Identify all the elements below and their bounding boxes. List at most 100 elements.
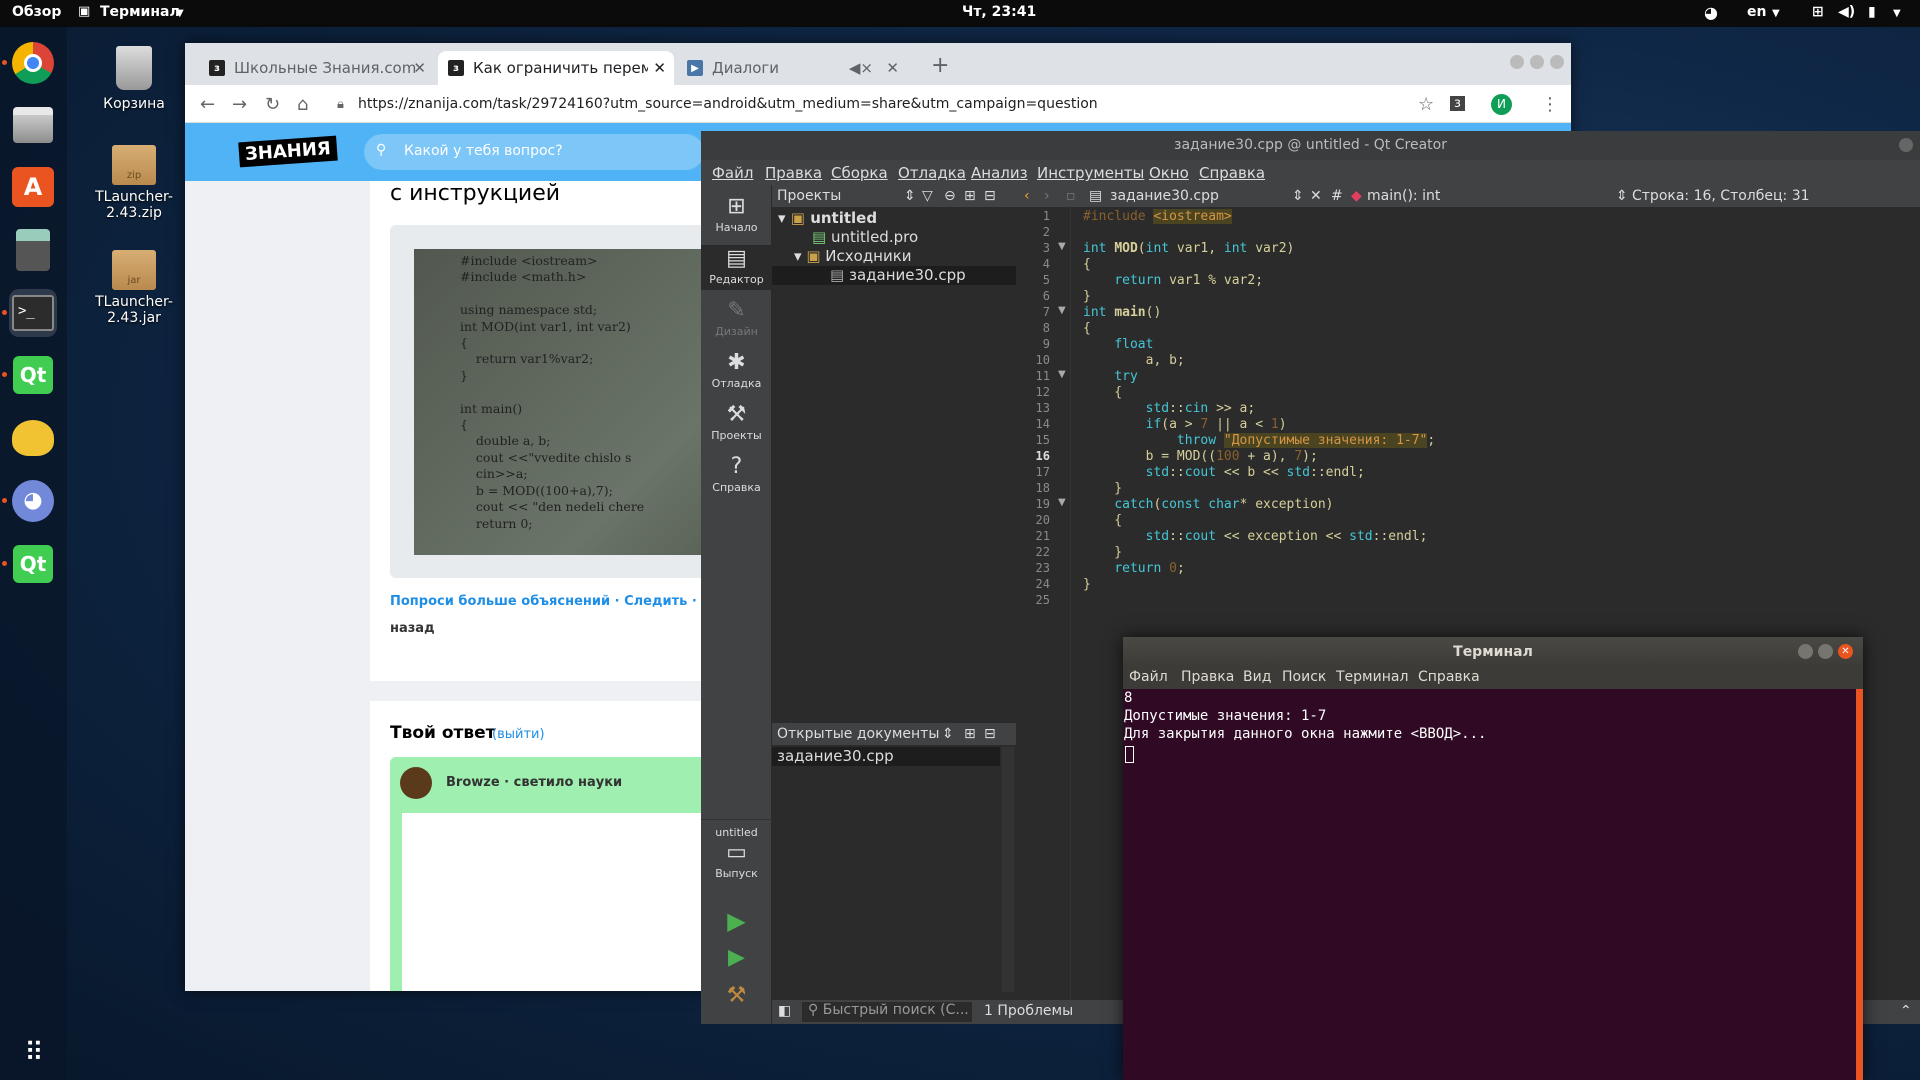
teapot-launcher[interactable] [9, 414, 57, 462]
menu-edit[interactable]: Правка [1181, 669, 1234, 685]
code-area[interactable]: #include <iostream> int MOD(int var1, in… [1083, 207, 1435, 592]
close-icon[interactable]: ✕ [653, 59, 666, 77]
close-icon[interactable]: ✕ [413, 59, 426, 77]
tree-pro-file[interactable]: ▤ untitled.pro [812, 228, 918, 246]
trash-desktop-icon[interactable]: Корзина [84, 46, 184, 112]
menu-file[interactable]: Файл [1129, 669, 1168, 685]
symbol-selector[interactable]: main(): int [1367, 185, 1440, 207]
tab-znanija-home[interactable]: з Школьные Знания.com ✕ [199, 51, 434, 85]
link-icon[interactable]: ⊖ [944, 185, 956, 207]
split-icon[interactable]: ⊞ [964, 185, 976, 207]
show-apps-button[interactable]: ⠿ [9, 1029, 57, 1077]
sort-icon[interactable]: ⇕ [904, 185, 916, 207]
locator-input[interactable]: ⚲ Быстрый поиск (С... [802, 1002, 972, 1022]
discord-tray-icon[interactable]: ◕ [1704, 3, 1718, 22]
qt-creator-launcher[interactable]: Qt [2, 351, 57, 399]
mode-help[interactable]: ? Справка [701, 453, 772, 494]
volume-icon[interactable]: ◀) [1838, 4, 1855, 20]
menu-edit[interactable]: Правка [765, 164, 822, 182]
fold-marker-icon[interactable]: ▼ [1058, 305, 1066, 316]
software-launcher[interactable]: A [9, 163, 57, 211]
site-logo[interactable]: ЗНАНИЯ [238, 135, 338, 168]
tree-sources[interactable]: ▾ ▣ Исходники [794, 247, 912, 265]
mute-icon[interactable]: ◀× [849, 59, 873, 77]
menu-file[interactable]: Файл [712, 164, 753, 182]
scrollbar[interactable] [1002, 747, 1014, 992]
menu-window[interactable]: Окно [1149, 164, 1189, 182]
close-button[interactable]: ✕ [1838, 644, 1853, 659]
extension-icon[interactable]: з [1450, 96, 1465, 111]
fold-marker-icon[interactable]: ▼ [1058, 497, 1066, 508]
fold-marker-icon[interactable]: ▼ [1058, 241, 1066, 252]
menu-build[interactable]: Сборка [831, 164, 888, 182]
jar-desktop-icon[interactable]: jar TLauncher-2.43.jar [84, 250, 184, 326]
mode-debug[interactable]: ✱ Отладка [701, 349, 772, 390]
logout-link[interactable]: (выйти) [492, 727, 545, 742]
mode-edit[interactable]: ▤ Редактор [701, 245, 772, 290]
build-button[interactable]: ⚒ [701, 983, 772, 1008]
clock[interactable]: Чт, 23:41 [962, 4, 1036, 20]
back-icon[interactable]: ‹ [1024, 185, 1030, 207]
run-button[interactable]: ▶ [701, 907, 772, 935]
mode-design[interactable]: ✎ Дизайн [701, 297, 772, 338]
home-icon[interactable]: ⌂ [297, 94, 308, 115]
chrome-launcher[interactable] [2, 39, 57, 87]
calculator-launcher[interactable] [9, 226, 57, 274]
question-actions[interactable]: Попроси больше объяснений · Следить · От… [390, 594, 747, 609]
qt-launcher-2[interactable]: Qt [2, 540, 57, 588]
split-icon[interactable]: ⊞ [964, 723, 976, 745]
terminal-output[interactable]: 8 Допустимые значения: 1-7 Для закрытия … [1123, 689, 1856, 1080]
menu-icon[interactable]: ⋮ [1541, 94, 1559, 115]
tree-project-root[interactable]: ▾ ▣ untitled [778, 209, 877, 227]
maximize-button[interactable] [1530, 55, 1544, 69]
reload-icon[interactable]: ↻ [265, 94, 280, 115]
forward-icon[interactable]: › [1044, 185, 1050, 207]
activities-button[interactable]: Обзор [12, 4, 61, 20]
sidebar-toggle-icon[interactable]: ◧ [778, 1003, 791, 1019]
app-menu[interactable]: Терминал [100, 4, 180, 20]
minimize-button[interactable] [1798, 644, 1813, 659]
terminal-launcher[interactable]: >_ [2, 289, 57, 337]
profile-avatar[interactable]: И [1491, 94, 1512, 115]
close-icon[interactable]: ✕ [886, 59, 899, 77]
address-bar[interactable]: https://znanija.com/task/29724160?utm_so… [358, 96, 1098, 112]
minimize-button[interactable] [1510, 55, 1524, 69]
debug-run-button[interactable]: ▶ [701, 945, 772, 970]
menu-help[interactable]: Справка [1199, 164, 1265, 182]
battery-icon[interactable]: ▮ [1868, 4, 1876, 20]
close-button[interactable] [1899, 138, 1913, 152]
mode-welcome[interactable]: ⊞ Начало [701, 193, 772, 234]
menu-analyze[interactable]: Анализ [971, 164, 1028, 182]
close-icon[interactable]: ✕ [1310, 185, 1322, 207]
close-button[interactable] [1550, 55, 1564, 69]
chevron-up-icon[interactable]: ⌃ [1900, 1003, 1912, 1019]
network-icon[interactable]: ⊞ [1812, 4, 1824, 20]
site-search[interactable]: ⚲ Какой у тебя вопрос? [364, 134, 704, 170]
forward-icon[interactable]: → [232, 94, 247, 115]
tab-question[interactable]: з Как ограничить перемен ✕ [438, 51, 674, 85]
issues-tab[interactable]: 1 Проблемы [984, 1003, 1073, 1019]
menu-view[interactable]: Вид [1243, 669, 1271, 685]
back-icon[interactable]: ← [200, 94, 215, 115]
scrollbar[interactable] [1856, 689, 1863, 1080]
sort-icon[interactable]: ⇕ [942, 723, 954, 745]
fold-marker-icon[interactable]: ▼ [1058, 369, 1066, 380]
keyboard-layout[interactable]: en [1747, 4, 1766, 20]
discord-launcher[interactable]: ◕ [2, 477, 57, 525]
menu-tools[interactable]: Инструменты [1037, 164, 1144, 182]
editor-file-name[interactable]: задание30.cpp [1110, 185, 1219, 207]
back-link[interactable]: назад [390, 621, 435, 636]
menu-debug[interactable]: Отладка [898, 164, 966, 182]
tab-dialogs[interactable]: ▶ Диалоги ◀× ✕ [677, 51, 907, 85]
menu-search[interactable]: Поиск [1282, 669, 1326, 685]
filter-icon[interactable]: ▽ [922, 185, 933, 207]
tree-source-file[interactable]: ▤ задание30.cpp [772, 266, 1016, 285]
maximize-button[interactable] [1818, 644, 1833, 659]
kit-selector[interactable]: untitled ▭ Выпуск [701, 819, 772, 880]
mode-projects[interactable]: ⚒ Проекты [701, 401, 772, 442]
menu-terminal[interactable]: Терминал [1336, 669, 1408, 685]
open-doc-item[interactable]: задание30.cpp [772, 747, 1000, 766]
close-pane-icon[interactable]: ⊟ [984, 185, 996, 207]
files-launcher[interactable] [9, 101, 57, 149]
close-pane-icon[interactable]: ⊟ [984, 723, 996, 745]
